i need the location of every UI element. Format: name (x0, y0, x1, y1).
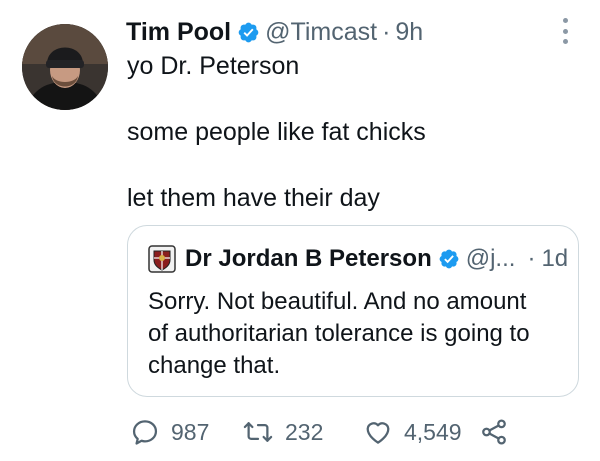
verified-badge-icon (238, 22, 259, 42)
share-icon (482, 419, 506, 445)
quoted-tweet-time[interactable]: 1d (541, 244, 568, 274)
tweet-header: Tim Pool @Timcast · 9h (126, 17, 423, 47)
retweet-count: 232 (285, 418, 324, 445)
reply-button[interactable]: 987 (130, 416, 209, 448)
share-button[interactable] (479, 416, 509, 448)
quoted-text-line-1: Sorry. Not beautiful. And no amount (148, 288, 527, 315)
like-button[interactable]: 4,549 (363, 416, 462, 448)
quoted-tweet[interactable]: Dr Jordan B Peterson @j... · 1d Sorry. N… (127, 225, 579, 397)
verified-badge-icon (439, 249, 459, 269)
avatar-image (22, 24, 108, 110)
quoted-author-avatar[interactable] (148, 245, 176, 273)
retweet-button[interactable]: 232 (242, 416, 323, 448)
header-separator: · (382, 18, 391, 46)
author-handle[interactable]: @Timcast (265, 17, 377, 47)
tweet-text-line-3: let them have their day (127, 184, 380, 212)
quoted-author-name[interactable]: Dr Jordan B Peterson (185, 244, 432, 274)
more-vertical-icon[interactable] (557, 18, 573, 44)
tweet-time[interactable]: 9h (395, 17, 423, 47)
heart-icon (366, 422, 390, 444)
tweet-text-line-1: yo Dr. Peterson (127, 52, 300, 80)
reply-icon (132, 420, 158, 445)
quoted-tweet-text: Sorry. Not beautiful. And no amount of a… (148, 286, 568, 382)
tweet[interactable]: Tim Pool @Timcast · 9h yo Dr. Peterson s… (0, 0, 600, 461)
tweet-actions: 987 232 4,549 (130, 416, 530, 448)
quoted-text-line-3: change that. (148, 352, 281, 379)
author-avatar[interactable] (22, 24, 108, 110)
like-count: 4,549 (404, 418, 462, 445)
reply-count: 987 (171, 418, 210, 445)
quoted-text-line-2: of authoritarian tolerance is going to (148, 320, 530, 347)
author-name[interactable]: Tim Pool (126, 17, 231, 47)
quoted-tweet-header: Dr Jordan B Peterson @j... · 1d (148, 244, 568, 274)
retweet-icon (243, 422, 273, 442)
tweet-text-line-2: some people like fat chicks (127, 118, 426, 146)
quoted-header-separator: · (527, 245, 536, 272)
quoted-author-handle[interactable]: @j... (466, 244, 516, 274)
